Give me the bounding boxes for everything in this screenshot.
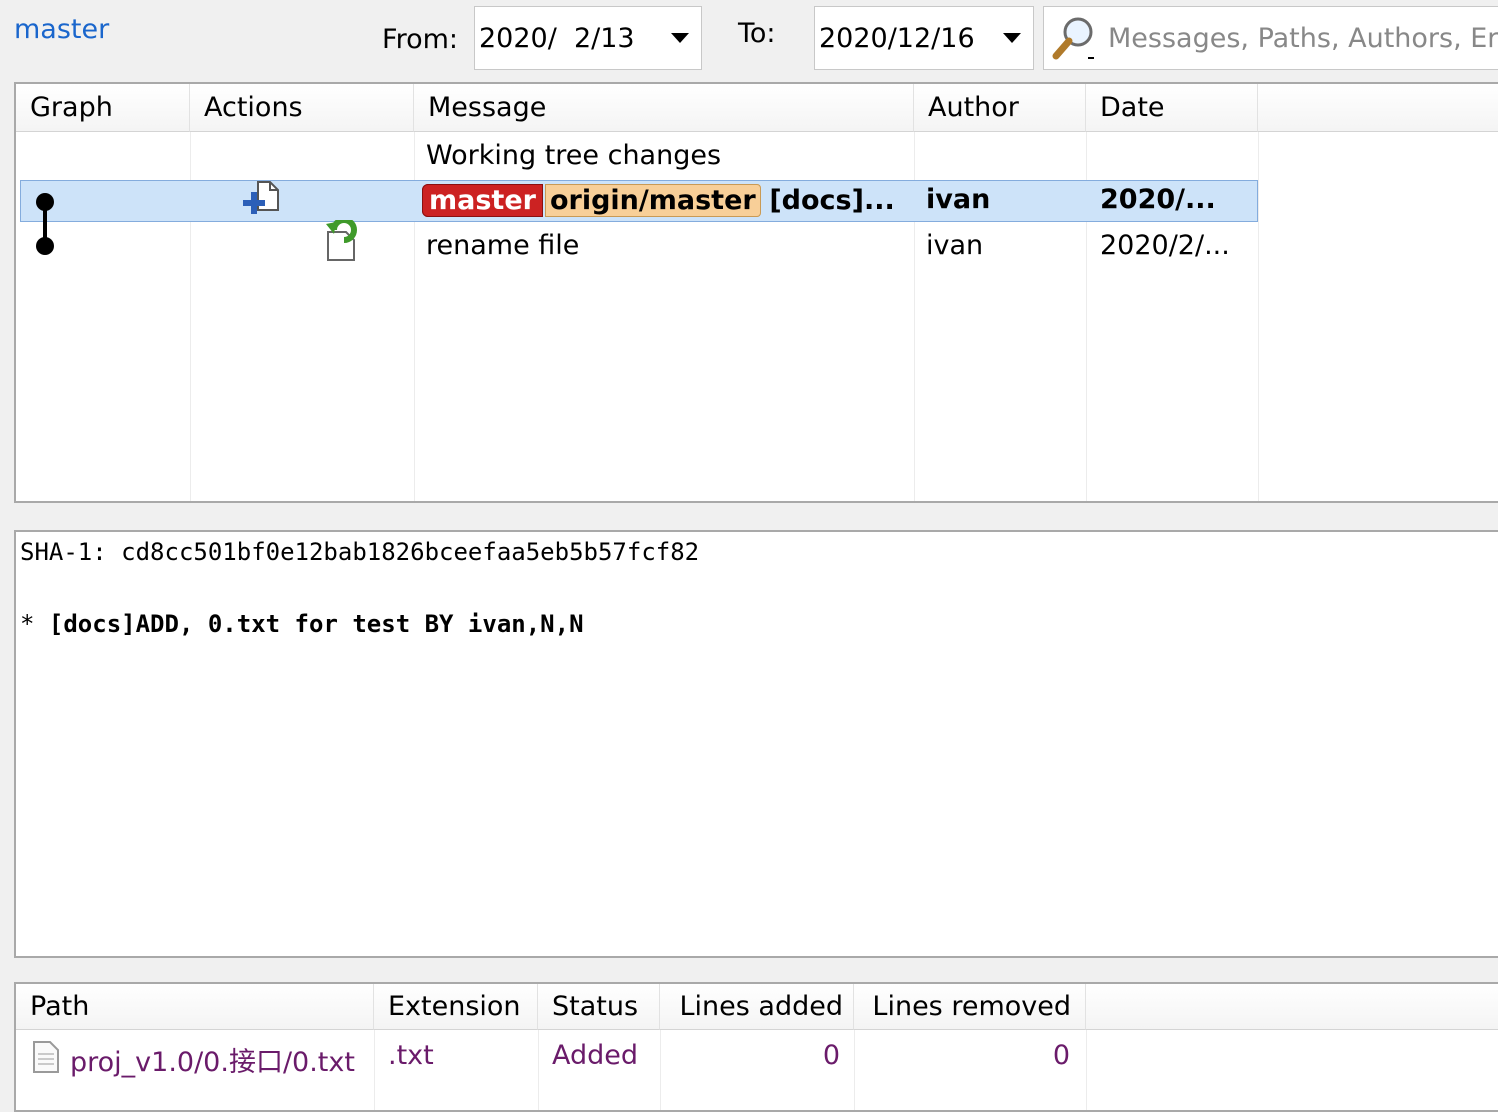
column-divider <box>1258 132 1259 501</box>
sha-line: SHA-1: cd8cc501bf0e12bab1826bceefaa5eb5b… <box>20 538 700 566</box>
ref-badge-master[interactable]: master <box>422 184 543 217</box>
table-row[interactable]: proj_v1.0/0.接口/0.txt .txt Added 0 0 <box>16 1034 1086 1078</box>
col-header-extension[interactable]: Extension <box>374 984 538 1030</box>
lines-removed: 0 <box>1052 1040 1070 1071</box>
bullet: * <box>20 610 35 638</box>
file-extension: .txt <box>388 1040 434 1071</box>
column-divider <box>1086 1030 1087 1110</box>
file-path[interactable]: proj_v1.0/0.接口/0.txt <box>70 1040 355 1079</box>
chevron-down-icon[interactable] <box>1003 33 1021 43</box>
from-label: From: <box>382 24 458 55</box>
commit-date: 2020/2/... <box>1100 230 1230 261</box>
col-header-actions[interactable]: Actions <box>190 84 414 132</box>
to-date-value: 2020/12/16 <box>819 22 975 54</box>
branch-link[interactable]: master <box>14 14 109 45</box>
col-header-path[interactable]: Path <box>16 984 374 1030</box>
to-date-picker[interactable]: 2020/12/16 <box>814 6 1034 70</box>
commit-node <box>36 237 54 255</box>
search-box[interactable] <box>1043 6 1498 70</box>
commit-message-cell[interactable]: master origin/master [docs]... <box>422 182 910 220</box>
file-icon <box>33 1041 59 1073</box>
commit-author: ivan <box>926 230 984 261</box>
commit-message: [docs]... <box>769 185 895 216</box>
commit-node <box>36 193 54 211</box>
col-header-date[interactable]: Date <box>1086 84 1258 132</box>
from-date-picker[interactable]: 2020/ 2/13 <box>474 6 702 70</box>
log-table: Graph Actions Message Author Date Workin… <box>14 82 1498 503</box>
revert-icon[interactable] <box>320 220 362 264</box>
col-header-lines-removed[interactable]: Lines removed <box>854 984 1086 1030</box>
to-label: To: <box>738 18 776 49</box>
col-header-filler <box>1258 84 1498 132</box>
commit-detail-pane[interactable]: SHA-1: cd8cc501bf0e12bab1826bceefaa5eb5b… <box>14 530 1498 958</box>
search-input[interactable] <box>1108 22 1498 54</box>
ref-badge-origin-master[interactable]: origin/master <box>544 184 761 217</box>
commit-message[interactable]: rename file <box>426 230 579 261</box>
commit-full-message: [docs]ADD, 0.txt for test BY ivan,N,N <box>48 610 584 638</box>
file-status: Added <box>552 1040 639 1071</box>
col-header-author[interactable]: Author <box>914 84 1086 132</box>
changed-files-table: Path Extension Status Lines added Lines … <box>14 982 1498 1112</box>
from-date-value: 2020/ 2/13 <box>479 22 635 54</box>
col-header-message[interactable]: Message <box>414 84 914 132</box>
working-tree-row[interactable]: Working tree changes <box>426 140 721 171</box>
graph-lane <box>36 193 54 255</box>
col-header-lines-added[interactable]: Lines added <box>660 984 854 1030</box>
col-header-status[interactable]: Status <box>538 984 660 1030</box>
chevron-down-icon[interactable] <box>671 33 689 43</box>
commit-add-icon[interactable] <box>242 180 284 220</box>
commit-author: ivan <box>926 184 991 215</box>
col-header-graph[interactable]: Graph <box>16 84 190 132</box>
col-header-filler <box>1086 984 1498 1030</box>
search-icon[interactable] <box>1044 8 1108 68</box>
lines-added: 0 <box>822 1040 840 1071</box>
commit-date: 2020/... <box>1100 184 1216 215</box>
